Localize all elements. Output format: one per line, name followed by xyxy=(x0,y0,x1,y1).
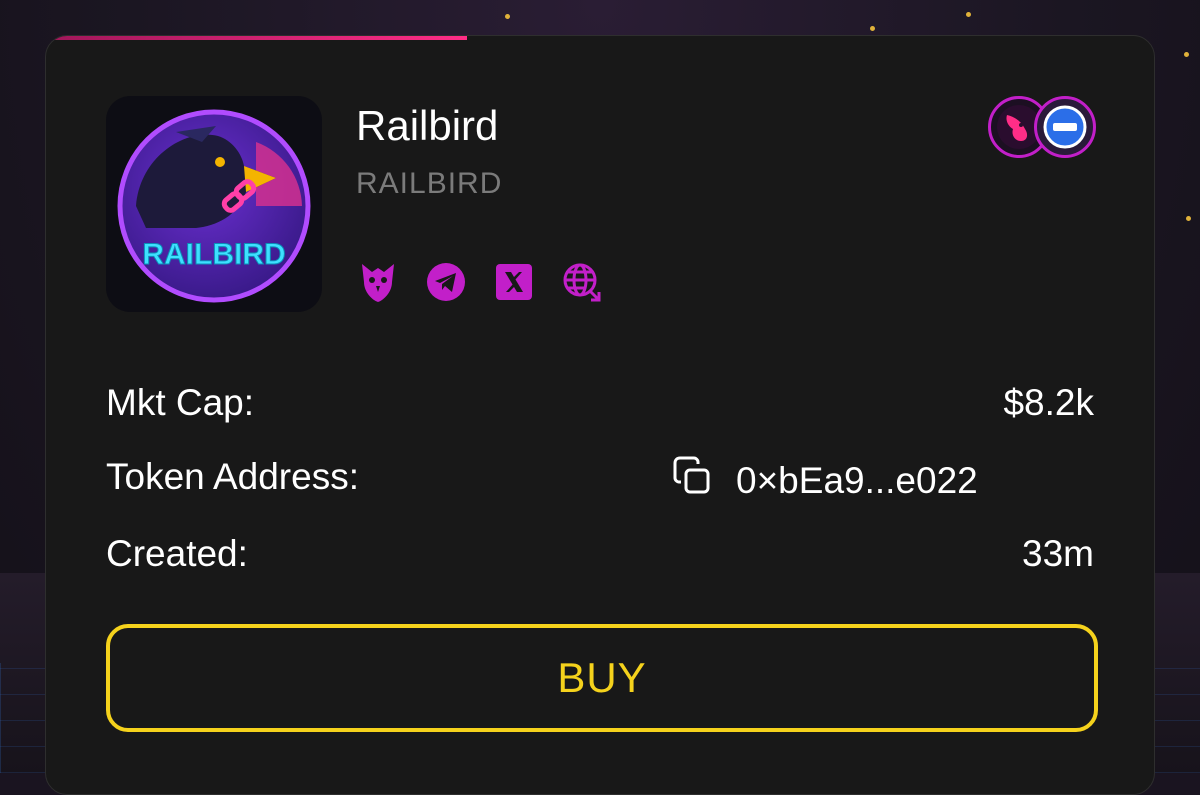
star xyxy=(966,12,971,17)
owl-icon[interactable] xyxy=(358,262,398,302)
star xyxy=(1184,52,1189,57)
social-links xyxy=(358,262,602,302)
bonding-progress-bar xyxy=(46,36,468,40)
star xyxy=(1186,216,1191,221)
created-label: Created: xyxy=(106,533,248,574)
token-address-label: Token Address: xyxy=(106,456,359,497)
created-value: 33m xyxy=(1022,533,1094,574)
buy-button[interactable]: BUY xyxy=(106,624,1098,732)
market-cap-value: $8.2k xyxy=(1003,382,1094,423)
token-ticker: RAILBIRD xyxy=(356,167,503,200)
chain-badges xyxy=(988,96,1100,162)
token-address-value: 0×bEa9...e022 xyxy=(736,459,978,501)
token-card[interactable]: RAILBIRD Railbird RAILBIRD Mkt Cap: $8.2… xyxy=(45,35,1155,795)
token-logo: RAILBIRD xyxy=(106,96,322,312)
market-cap-label: Mkt Cap: xyxy=(106,382,255,423)
logo-text: RAILBIRD xyxy=(142,238,285,271)
railbird-logo-icon: RAILBIRD xyxy=(117,109,311,303)
star xyxy=(870,26,875,31)
telegram-icon[interactable] xyxy=(426,262,466,302)
star xyxy=(505,14,510,19)
copy-icon[interactable] xyxy=(672,456,712,505)
chain-icon xyxy=(1034,96,1096,158)
token-name: Railbird xyxy=(356,102,499,149)
x-icon[interactable] xyxy=(494,262,534,302)
token-address-copy[interactable]: 0×bEa9...e022 xyxy=(672,456,978,505)
website-icon[interactable] xyxy=(562,262,602,302)
